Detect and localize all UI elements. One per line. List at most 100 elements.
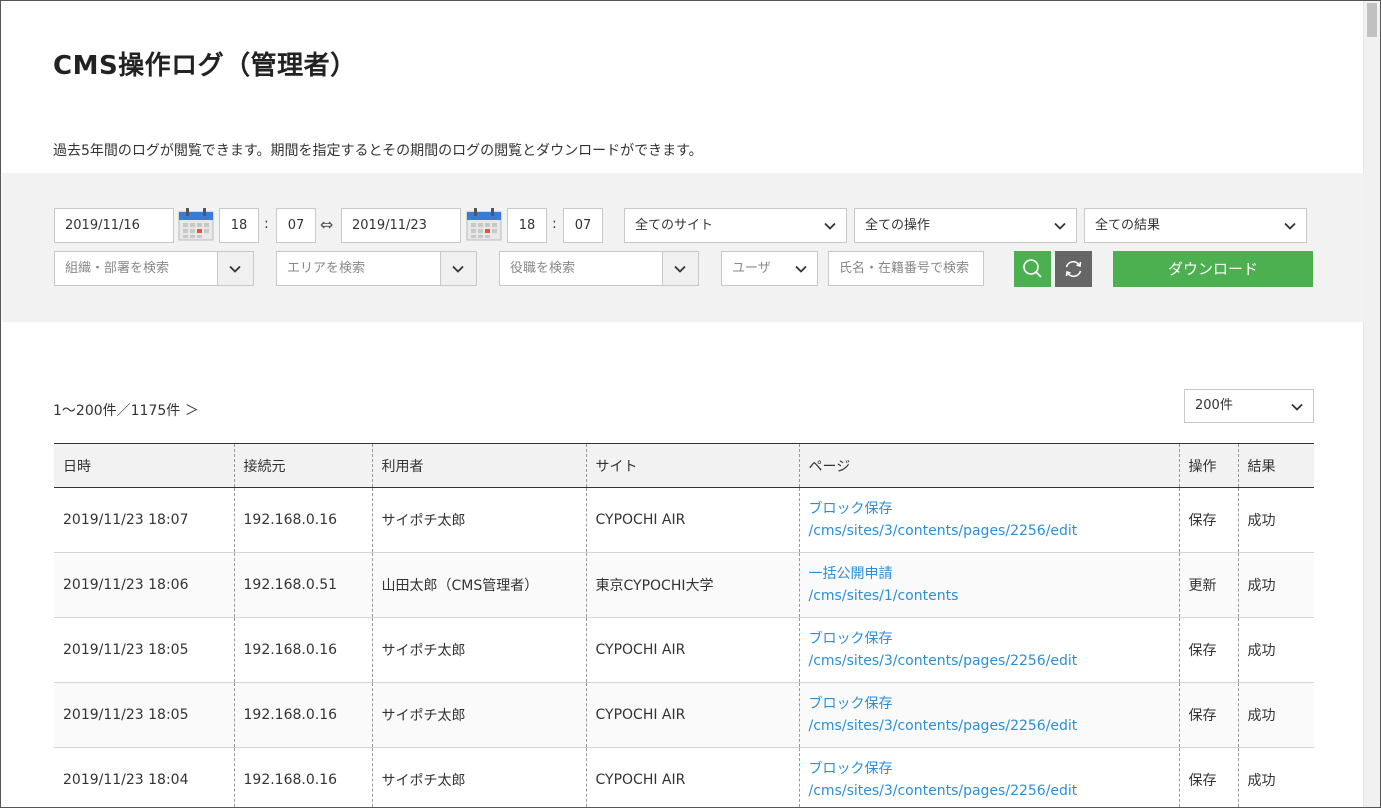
page-path-link[interactable]: /cms/sites/3/contents/pages/2256/edit xyxy=(809,715,1179,737)
cell-ip: 192.168.0.16 xyxy=(233,682,372,748)
area-dropdown-toggle[interactable] xyxy=(440,252,476,285)
end-date-input[interactable]: 2019/11/23 xyxy=(341,208,461,243)
time-colon: : xyxy=(552,216,557,232)
chevron-down-icon xyxy=(674,265,686,273)
cell-datetime: 2019/11/23 18:06 xyxy=(63,577,189,593)
end-hour-input[interactable]: 18 xyxy=(507,208,547,243)
end-minute-input[interactable]: 07 xyxy=(563,208,603,243)
name-search-input[interactable]: 氏名・在籍番号で検索 xyxy=(828,251,984,286)
site-select-value: 全てのサイト xyxy=(635,218,714,233)
column-header-operation: 操作 xyxy=(1178,443,1238,488)
chevron-down-icon xyxy=(824,222,836,230)
range-separator: ⇔ xyxy=(320,215,334,234)
cell-operation: 保存 xyxy=(1178,487,1238,553)
start-date-input[interactable]: 2019/11/16 xyxy=(54,208,174,243)
per-page-value: 200件 xyxy=(1195,398,1233,413)
start-hour-input[interactable]: 18 xyxy=(219,208,259,243)
page-title: CMS操作ログ（管理者） xyxy=(53,51,357,81)
area-search-combo[interactable]: エリアを検索 xyxy=(276,251,477,286)
page-title-link[interactable]: 一括公開申請 xyxy=(809,563,1179,585)
search-button[interactable] xyxy=(1014,251,1051,287)
cell-user: サイポチ太郎 xyxy=(371,682,586,748)
cell-result: 成功 xyxy=(1237,552,1314,618)
role-search-combo[interactable]: 役職を検索 xyxy=(499,251,699,286)
result-select[interactable]: 全ての結果 xyxy=(1084,208,1307,243)
column-header-datetime: 日時 xyxy=(63,458,91,475)
result-select-value: 全ての結果 xyxy=(1095,218,1161,233)
column-header-source: 接続元 xyxy=(233,443,372,488)
table-row: 2019/11/23 18:07 192.168.0.16 サイポチ太郎 CYP… xyxy=(54,487,1314,553)
cell-page: 一括公開申請 /cms/sites/1/contents xyxy=(798,552,1179,618)
refresh-icon xyxy=(1065,260,1082,278)
user-type-select-value: ユーザ xyxy=(732,261,771,276)
calendar-icon[interactable] xyxy=(178,207,214,241)
cell-operation: 更新 xyxy=(1178,552,1238,618)
cell-ip: 192.168.0.16 xyxy=(233,487,372,553)
column-header-page: ページ xyxy=(798,443,1179,488)
table-header-row: 日時 接続元 利用者 サイト ページ 操作 結果 xyxy=(54,443,1314,488)
chevron-down-icon xyxy=(452,265,464,273)
site-select[interactable]: 全てのサイト xyxy=(624,208,847,243)
cell-datetime: 2019/11/23 18:05 xyxy=(63,707,189,723)
role-search-placeholder: 役職を検索 xyxy=(510,261,576,276)
download-button[interactable]: ダウンロード xyxy=(1113,251,1313,287)
cell-ip: 192.168.0.51 xyxy=(233,552,372,618)
cell-datetime: 2019/11/23 18:04 xyxy=(63,772,189,788)
cell-site: CYPOCHI AIR xyxy=(585,682,799,748)
chevron-down-icon xyxy=(795,265,807,273)
cell-result: 成功 xyxy=(1237,617,1314,683)
page-path-link[interactable]: /cms/sites/3/contents/pages/2256/edit xyxy=(809,650,1179,672)
start-minute-input[interactable]: 07 xyxy=(276,208,316,243)
user-type-select[interactable]: ユーザ xyxy=(721,251,818,286)
cell-user: サイポチ太郎 xyxy=(371,747,586,807)
vertical-scrollbar[interactable] xyxy=(1363,1,1380,807)
page-description: 過去5年間のログが閲覧できます。期間を指定するとその期間のログの閲覧とダウンロー… xyxy=(53,143,703,159)
log-table: 日時 接続元 利用者 サイト ページ 操作 結果 2019/11/23 18:0… xyxy=(54,443,1314,807)
cell-user: サイポチ太郎 xyxy=(371,617,586,683)
result-count[interactable]: 1～200件／1175件 ＞ xyxy=(53,400,199,420)
role-dropdown-toggle[interactable] xyxy=(662,252,698,285)
cell-page: ブロック保存 /cms/sites/3/contents/pages/2256/… xyxy=(798,747,1179,807)
per-page-select[interactable]: 200件 xyxy=(1184,389,1314,423)
cell-user: サイポチ太郎 xyxy=(371,487,586,553)
cell-operation: 保存 xyxy=(1178,747,1238,807)
cell-ip: 192.168.0.16 xyxy=(233,617,372,683)
calendar-icon[interactable] xyxy=(466,207,502,241)
chevron-down-icon xyxy=(1284,222,1296,230)
cell-page: ブロック保存 /cms/sites/3/contents/pages/2256/… xyxy=(798,487,1179,553)
org-dropdown-toggle[interactable] xyxy=(217,252,253,285)
cell-site: CYPOCHI AIR xyxy=(585,747,799,807)
org-search-combo[interactable]: 組織・部署を検索 xyxy=(54,251,254,286)
cell-operation: 保存 xyxy=(1178,682,1238,748)
column-header-site: サイト xyxy=(585,443,799,488)
table-row: 2019/11/23 18:04 192.168.0.16 サイポチ太郎 CYP… xyxy=(54,747,1314,807)
column-header-user: 利用者 xyxy=(371,443,586,488)
table-row: 2019/11/23 18:05 192.168.0.16 サイポチ太郎 CYP… xyxy=(54,682,1314,748)
operation-select[interactable]: 全ての操作 xyxy=(854,208,1077,243)
area-search-placeholder: エリアを検索 xyxy=(287,261,366,276)
cell-datetime: 2019/11/23 18:07 xyxy=(63,512,189,528)
scrollbar-thumb[interactable] xyxy=(1367,3,1377,37)
org-search-placeholder: 組織・部署を検索 xyxy=(65,261,170,276)
page-path-link[interactable]: /cms/sites/3/contents/pages/2256/edit xyxy=(809,780,1179,802)
column-header-result: 結果 xyxy=(1237,443,1314,488)
reset-button[interactable] xyxy=(1055,251,1092,287)
cell-datetime: 2019/11/23 18:05 xyxy=(63,642,189,658)
page-title-link[interactable]: ブロック保存 xyxy=(809,628,1179,650)
page-title-link[interactable]: ブロック保存 xyxy=(809,758,1179,780)
cell-user: 山田太郎（CMS管理者） xyxy=(371,552,586,618)
page-title-link[interactable]: ブロック保存 xyxy=(809,498,1179,520)
cell-site: CYPOCHI AIR xyxy=(585,487,799,553)
window: CMS操作ログ（管理者） 過去5年間のログが閲覧できます。期間を指定するとその期… xyxy=(0,0,1381,808)
chevron-down-icon xyxy=(1054,222,1066,230)
cell-operation: 保存 xyxy=(1178,617,1238,683)
chevron-down-icon xyxy=(1291,403,1303,411)
cell-result: 成功 xyxy=(1237,487,1314,553)
operation-select-value: 全ての操作 xyxy=(865,218,931,233)
page-path-link[interactable]: /cms/sites/1/contents xyxy=(809,585,1179,607)
cell-site: CYPOCHI AIR xyxy=(585,617,799,683)
table-row: 2019/11/23 18:05 192.168.0.16 サイポチ太郎 CYP… xyxy=(54,617,1314,683)
page-path-link[interactable]: /cms/sites/3/contents/pages/2256/edit xyxy=(809,520,1179,542)
cell-result: 成功 xyxy=(1237,747,1314,807)
page-title-link[interactable]: ブロック保存 xyxy=(809,693,1179,715)
